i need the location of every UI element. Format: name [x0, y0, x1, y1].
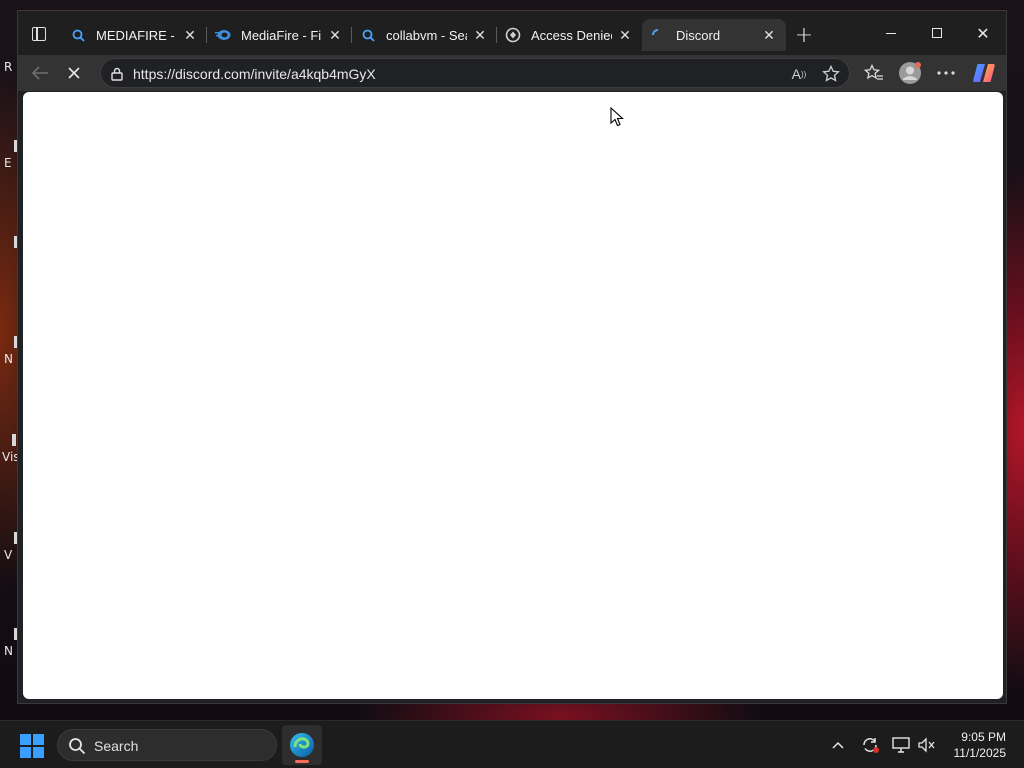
sync-tray-button[interactable]: [860, 735, 880, 755]
tab-close-button[interactable]: ✕: [471, 26, 489, 44]
more-options-icon: [937, 71, 955, 75]
profile-button[interactable]: [897, 60, 923, 86]
maximize-button[interactable]: [914, 21, 960, 45]
mouse-cursor-icon: [610, 107, 624, 127]
back-button[interactable]: [26, 59, 54, 87]
minimize-button[interactable]: [868, 21, 914, 45]
desktop-icon-label: V: [4, 548, 13, 562]
read-aloud-icon[interactable]: A)): [789, 64, 809, 84]
tab-label: collabvm - Sear: [386, 27, 467, 43]
stop-icon: [68, 67, 80, 79]
tab-mediafire-file[interactable]: MediaFire - File ✕: [207, 19, 352, 51]
close-window-button[interactable]: ✕: [960, 21, 1006, 45]
minimize-icon: [886, 32, 896, 34]
browser-window: MEDIAFIRE - Se ✕ MediaFire - File ✕ coll…: [17, 10, 1007, 704]
tab-close-button[interactable]: ✕: [181, 26, 199, 44]
volume-tray-button[interactable]: [917, 735, 937, 755]
sync-icon: [863, 738, 879, 753]
tab-close-button[interactable]: ✕: [326, 26, 344, 44]
tab-close-button[interactable]: ✕: [616, 26, 634, 44]
clock-time: 9:05 PM: [961, 730, 1006, 744]
active-app-indicator: [295, 760, 309, 763]
file-icon: [12, 434, 16, 446]
settings-more-button[interactable]: [933, 60, 959, 86]
stop-loading-button[interactable]: [60, 59, 88, 87]
edge-icon: [290, 733, 314, 757]
network-tray-button[interactable]: [891, 735, 911, 755]
desktop-icon-label: N: [4, 644, 13, 658]
volume-muted-icon: [918, 737, 935, 753]
tab-mediafire-search[interactable]: MEDIAFIRE - Se ✕: [62, 19, 207, 51]
tab-label: Access Denied: [531, 27, 612, 43]
new-tab-button[interactable]: +: [792, 23, 816, 48]
copilot-button[interactable]: [971, 60, 997, 86]
browser-toolbar: https://discord.com/invite/a4kqb4mGyX A)…: [18, 55, 1006, 91]
tab-collabvm-search[interactable]: collabvm - Sear ✕: [352, 19, 497, 51]
clock-date: 11/1/2025: [953, 746, 1007, 760]
profile-avatar-icon: [899, 62, 921, 84]
favorites-icon: [864, 64, 883, 80]
chevron-up-icon: [832, 741, 844, 749]
lock-icon: [111, 67, 123, 81]
url-text[interactable]: https://discord.com/invite/a4kqb4mGyX: [133, 66, 376, 82]
tab-discord[interactable]: Discord ✕: [642, 19, 786, 51]
maximize-icon: [932, 28, 942, 38]
address-bar[interactable]: https://discord.com/invite/a4kqb4mGyX A)…: [100, 58, 850, 88]
page-viewport[interactable]: [23, 92, 1003, 699]
tab-label: MediaFire - File: [241, 27, 322, 43]
tab-strip: MEDIAFIRE - Se ✕ MediaFire - File ✕ coll…: [62, 19, 786, 51]
taskbar-search-box[interactable]: Search: [57, 729, 277, 761]
tab-label: MEDIAFIRE - Se: [96, 27, 177, 43]
tab-label: Discord: [676, 27, 721, 43]
mediafire-icon: [215, 27, 231, 43]
favorite-star-icon[interactable]: [821, 64, 841, 84]
copilot-icon: [973, 64, 995, 82]
desktop-icon[interactable]: Vis: [2, 434, 20, 464]
search-icon: [69, 738, 86, 755]
tab-actions-icon: [32, 27, 46, 41]
desktop-icon-label: R: [4, 60, 13, 74]
search-placeholder: Search: [94, 738, 139, 754]
network-icon: [892, 737, 910, 753]
favorites-button[interactable]: [861, 60, 887, 86]
taskbar-edge-button[interactable]: [282, 725, 322, 765]
taskbar: Search 9:05 PM 11/1/2025: [0, 720, 1024, 768]
back-arrow-icon: [31, 66, 48, 80]
windows-start-icon[interactable]: [20, 734, 44, 758]
tab-actions-button[interactable]: [26, 23, 52, 45]
shield-icon: [505, 27, 521, 43]
desktop-icon-label: E: [4, 156, 12, 170]
tab-access-denied[interactable]: Access Denied ✕: [497, 19, 642, 51]
show-hidden-icons-button[interactable]: [828, 735, 848, 755]
loading-icon: [650, 27, 666, 43]
desktop-icon-label: N: [4, 352, 13, 366]
search-icon: [360, 27, 376, 43]
browser-titlebar: MEDIAFIRE - Se ✕ MediaFire - File ✕ coll…: [18, 11, 1006, 55]
tab-close-button[interactable]: ✕: [760, 26, 778, 44]
search-icon: [70, 27, 86, 43]
taskbar-clock[interactable]: 9:05 PM 11/1/2025: [954, 729, 1007, 761]
